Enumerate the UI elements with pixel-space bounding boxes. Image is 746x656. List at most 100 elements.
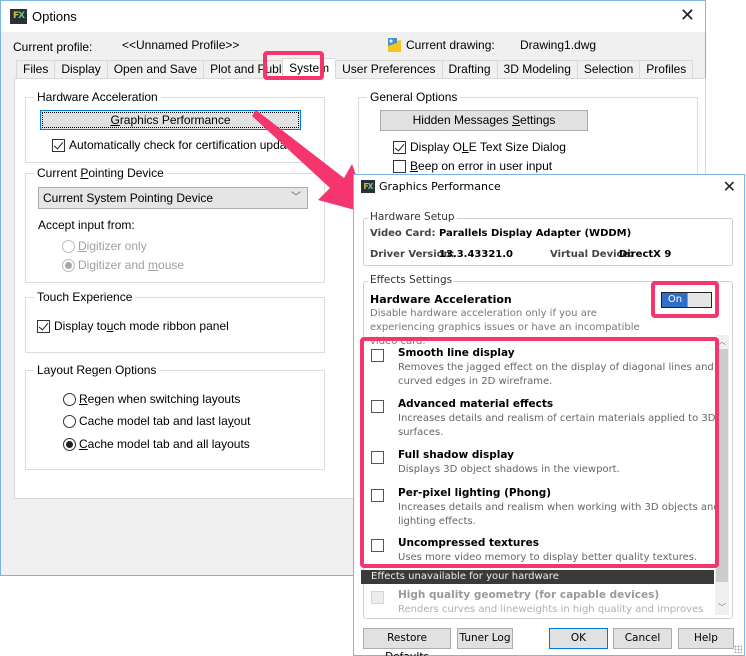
checkbox-disabled-icon bbox=[371, 591, 384, 604]
checkbox-unchecked-icon bbox=[371, 400, 384, 413]
current-profile-value: <<Unnamed Profile>> bbox=[122, 38, 240, 52]
checkbox-label: Display OLE Text Size Dialog bbox=[410, 140, 566, 154]
checkbox-unchecked-icon bbox=[371, 539, 384, 552]
app-logo-icon: FX bbox=[10, 9, 27, 24]
effects-scrollbar[interactable]: ︿ ﹀ bbox=[715, 335, 729, 615]
label-part: Digitizer and bbox=[78, 258, 149, 272]
accept-input-label: Accept input from: bbox=[38, 218, 135, 232]
effect-smooth-line-display[interactable]: Smooth line display Removes the jagged e… bbox=[371, 347, 721, 387]
effect-description: Removes the jagged effect on the display… bbox=[398, 362, 714, 387]
radio-selected-icon bbox=[63, 437, 76, 451]
effect-title: High quality geometry (for capable devic… bbox=[398, 589, 660, 601]
help-button[interactable]: Help bbox=[678, 628, 734, 649]
pointing-device-select[interactable]: Current System Pointing Device ﹀ bbox=[38, 187, 308, 209]
effect-per-pixel-lighting[interactable]: Per-pixel lighting (Phong) Increases det… bbox=[371, 487, 721, 527]
radio-digitizer-and-mouse[interactable]: Digitizer and mouse bbox=[62, 258, 184, 272]
tab-user-preferences[interactable]: User Preferences bbox=[335, 60, 442, 79]
resize-grip-icon[interactable] bbox=[734, 645, 742, 653]
radio-label: Cache model tab and all layouts bbox=[79, 437, 250, 451]
mnemonic: S bbox=[512, 113, 521, 127]
tab-display[interactable]: Display bbox=[54, 60, 107, 79]
scroll-up-icon[interactable]: ︿ bbox=[715, 335, 729, 349]
tab-selection[interactable]: Selection bbox=[576, 60, 640, 79]
hardware-acceleration-group: Hardware Acceleration bbox=[25, 90, 325, 163]
checkbox-label: Display touch mode ribbon panel bbox=[54, 319, 229, 333]
tab-drafting[interactable]: Drafting bbox=[441, 60, 497, 79]
title-part: ointing Device bbox=[88, 166, 164, 180]
label-part: Cache model tab and last la bbox=[79, 414, 228, 428]
effects-settings-title: Effects Settings bbox=[368, 274, 455, 286]
radio-cache-all-layouts[interactable]: Cache model tab and all layouts bbox=[63, 437, 250, 451]
close-icon[interactable]: ✕ bbox=[723, 179, 736, 195]
checkbox-unchecked-icon bbox=[393, 159, 406, 173]
effects-unavailable-header: Effects unavailable for your hardware bbox=[361, 570, 714, 584]
driver-version-value: 13.3.43321.0 bbox=[439, 249, 514, 260]
options-titlebar[interactable]: FX Options ✕ bbox=[1, 1, 705, 32]
close-icon[interactable]: ✕ bbox=[680, 7, 695, 25]
scroll-thumb[interactable] bbox=[716, 349, 728, 582]
restore-defaults-button[interactable]: Restore Defaults bbox=[363, 628, 451, 656]
mnemonic: D bbox=[78, 239, 87, 253]
hardware-acceleration-toggle[interactable]: On bbox=[661, 292, 712, 308]
effect-full-shadow-display[interactable]: Full shadow display Displays 3D object s… bbox=[371, 449, 721, 477]
general-options-title: General Options bbox=[367, 90, 461, 104]
touch-mode-ribbon-checkbox[interactable]: Display touch mode ribbon panel bbox=[37, 319, 229, 333]
effect-title: Uncompressed textures bbox=[398, 537, 539, 549]
video-card-label: Video Card: bbox=[370, 228, 436, 239]
graphics-performance-dialog: FX Graphics Performance ✕ Hardware Setup… bbox=[353, 174, 745, 656]
effect-uncompressed-textures[interactable]: Uncompressed textures Uses more video me… bbox=[371, 537, 721, 565]
checkbox-unchecked-icon bbox=[371, 349, 384, 362]
effect-advanced-material[interactable]: Advanced material effects Increases deta… bbox=[371, 398, 721, 438]
current-profile-label: Current profile: bbox=[13, 40, 93, 54]
tab-plot-and-publish[interactable]: Plot and Publish bbox=[203, 60, 283, 79]
beep-on-error-checkbox[interactable]: Beep on error in user input bbox=[393, 159, 552, 173]
button-label: ettings bbox=[520, 113, 556, 127]
radio-icon bbox=[63, 392, 76, 406]
tab-system[interactable]: System bbox=[282, 58, 336, 79]
checkbox-label: Beep on error in user input bbox=[410, 159, 552, 173]
cancel-button[interactable]: Cancel bbox=[613, 628, 672, 649]
toggle-on-label: On bbox=[662, 293, 688, 307]
tab-3d-modeling[interactable]: 3D Modeling bbox=[496, 60, 577, 79]
radio-label: Cache model tab and last layout bbox=[79, 414, 250, 428]
effect-description: Increases details and realism when worki… bbox=[398, 502, 720, 527]
hidden-messages-settings-button[interactable]: Hidden Messages Settings bbox=[380, 110, 588, 131]
checkbox-checked-icon bbox=[393, 140, 406, 154]
label-part: ch mode ribbon panel bbox=[113, 319, 229, 333]
radio-digitizer-only[interactable]: Digitizer only bbox=[62, 239, 147, 253]
radio-cache-last-layout[interactable]: Cache model tab and last layout bbox=[63, 414, 250, 428]
touch-experience-title: Touch Experience bbox=[34, 290, 136, 304]
tab-files[interactable]: Files bbox=[16, 60, 55, 79]
checkbox-checked-icon bbox=[52, 138, 65, 152]
graphics-performance-button[interactable]: Graphics Performance bbox=[40, 110, 301, 130]
display-ole-text-size-checkbox[interactable]: Display OLE Text Size Dialog bbox=[393, 140, 566, 154]
tuner-log-button[interactable]: Tuner Log bbox=[457, 628, 513, 649]
gp-titlebar[interactable]: FX Graphics Performance ✕ bbox=[354, 175, 744, 199]
effect-title: Per-pixel lighting (Phong) bbox=[398, 487, 552, 499]
checkbox-label: Automatically check for certification up… bbox=[69, 138, 297, 152]
virtual-device-value: DirectX 9 bbox=[619, 249, 672, 260]
video-card-value: Parallels Display Adapter (WDDM) bbox=[439, 228, 632, 239]
app-logo-icon: FX bbox=[361, 180, 375, 193]
dialog-title: Graphics Performance bbox=[379, 180, 501, 193]
tab-profiles[interactable]: Profiles bbox=[639, 60, 694, 79]
toggle-knob bbox=[687, 293, 711, 307]
tab-open-and-save[interactable]: Open and Save bbox=[106, 60, 204, 79]
ok-button[interactable]: OK bbox=[549, 628, 608, 649]
mnemonic: G bbox=[110, 113, 120, 127]
checkbox-unchecked-icon bbox=[371, 489, 384, 502]
label-part: igitizer only bbox=[86, 239, 147, 253]
effect-title: Smooth line display bbox=[398, 347, 515, 359]
effect-high-quality-geometry: High quality geometry (for capable devic… bbox=[371, 589, 721, 615]
label-part: E Text Size Dialog bbox=[468, 140, 566, 154]
scroll-down-icon[interactable]: ﹀ bbox=[715, 601, 729, 615]
mnemonic: B bbox=[410, 159, 419, 173]
hw-accel-title: Hardware Acceleration bbox=[370, 293, 512, 306]
radio-label: Regen when switching layouts bbox=[79, 392, 240, 406]
radio-regen-when-switching[interactable]: Regen when switching layouts bbox=[63, 392, 240, 406]
radio-icon bbox=[63, 414, 76, 428]
label-part: out bbox=[233, 414, 251, 428]
label-part: ache model tab and all layouts bbox=[87, 437, 250, 451]
auto-check-certification-checkbox[interactable]: Automatically check for certification up… bbox=[52, 138, 296, 152]
window-title: Options bbox=[32, 9, 77, 24]
